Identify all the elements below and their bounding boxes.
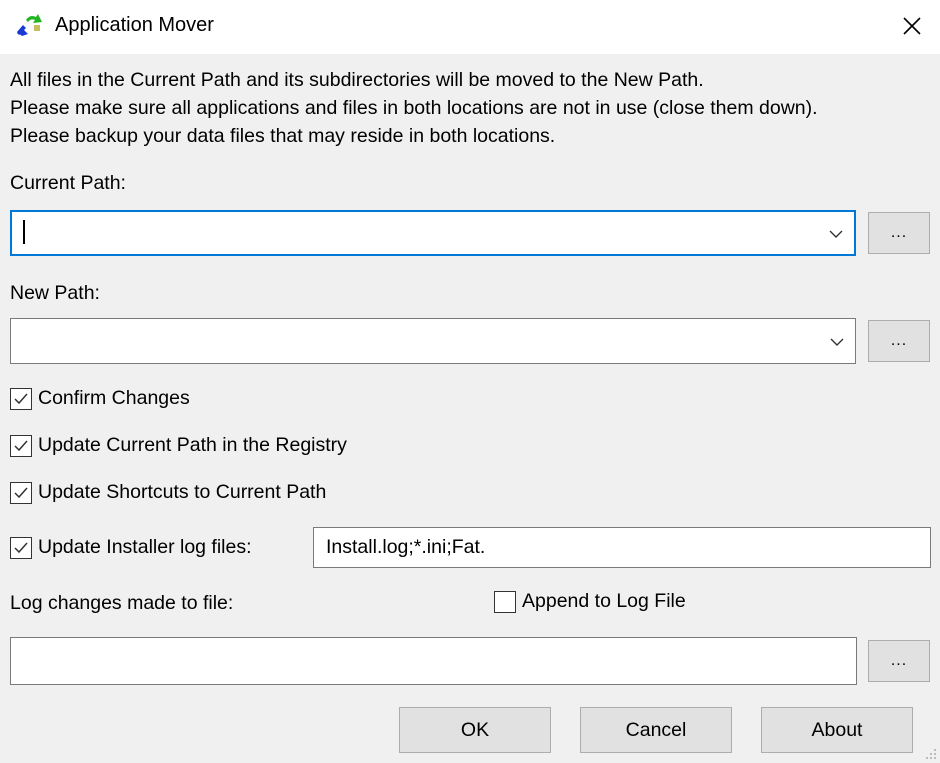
intro-line: Please make sure all applications and fi…: [10, 97, 818, 119]
update-installer-logs-label: Update Installer log files:: [38, 536, 252, 558]
about-button[interactable]: About: [761, 707, 913, 753]
update-registry-checkbox[interactable]: Update Current Path in the Registry: [10, 434, 347, 457]
log-file-browse-button[interactable]: ...: [868, 640, 930, 682]
confirm-changes-label: Confirm Changes: [38, 387, 190, 409]
intro-text: All files in the Current Path and its su…: [10, 66, 818, 150]
checkmark-icon: [14, 542, 28, 553]
close-button[interactable]: [890, 8, 934, 44]
application-mover-icon: [16, 14, 42, 36]
current-path-browse-button[interactable]: ...: [868, 212, 930, 254]
log-file-input[interactable]: [10, 637, 857, 685]
checkmark-icon: [14, 487, 28, 498]
current-path-label: Current Path:: [10, 172, 126, 194]
checkmark-icon: [14, 393, 28, 404]
close-icon: [903, 17, 921, 35]
update-registry-label: Update Current Path in the Registry: [38, 434, 347, 456]
checkbox-box[interactable]: [10, 387, 32, 410]
ok-button[interactable]: OK: [399, 707, 551, 753]
new-path-browse-button[interactable]: ...: [868, 320, 930, 362]
chevron-down-icon[interactable]: [828, 226, 844, 242]
checkmark-icon: [14, 440, 28, 451]
new-path-label: New Path:: [10, 282, 100, 304]
append-log-label: Append to Log File: [522, 590, 686, 612]
title-bar: Application Mover: [0, 0, 940, 54]
checkbox-box[interactable]: [494, 590, 516, 613]
window-title: Application Mover: [55, 14, 214, 36]
append-log-checkbox[interactable]: Append to Log File: [494, 590, 686, 613]
log-file-label: Log changes made to file:: [10, 592, 234, 614]
confirm-changes-checkbox[interactable]: Confirm Changes: [10, 387, 190, 410]
update-installer-logs-checkbox[interactable]: Update Installer log files:: [10, 536, 252, 559]
text-cursor: [23, 220, 25, 244]
intro-line: All files in the Current Path and its su…: [10, 69, 704, 91]
current-path-combobox[interactable]: [10, 210, 856, 256]
update-shortcuts-label: Update Shortcuts to Current Path: [38, 481, 327, 503]
resize-grip-icon[interactable]: [924, 747, 938, 761]
checkbox-box[interactable]: [10, 536, 32, 559]
installer-log-files-input[interactable]: Install.log;*.ini;Fat.: [313, 527, 931, 568]
checkbox-box[interactable]: [10, 434, 32, 457]
update-shortcuts-checkbox[interactable]: Update Shortcuts to Current Path: [10, 481, 326, 504]
chevron-down-icon[interactable]: [829, 334, 845, 350]
new-path-combobox[interactable]: [10, 318, 856, 364]
intro-line: Please backup your data files that may r…: [10, 125, 556, 147]
cancel-button[interactable]: Cancel: [580, 707, 732, 753]
checkbox-box[interactable]: [10, 481, 32, 504]
